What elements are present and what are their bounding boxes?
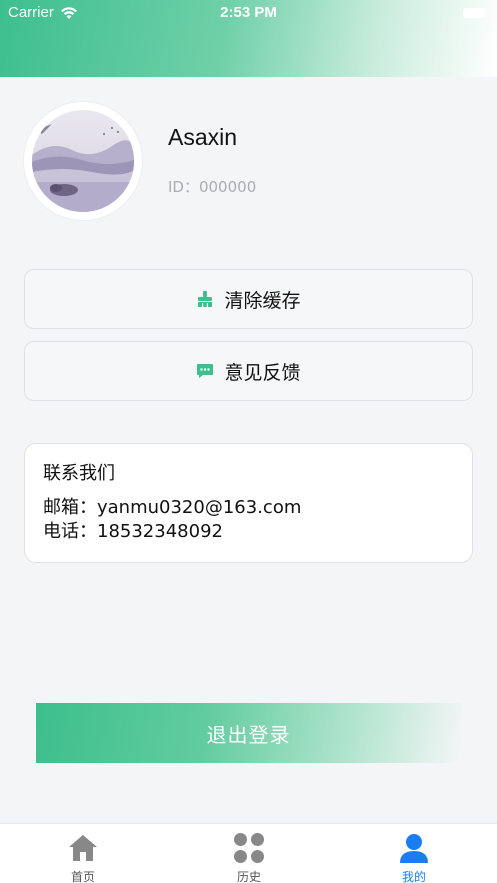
message-icon xyxy=(196,362,214,380)
username: Asaxin xyxy=(168,124,238,150)
contact-phone: 电话：18532348092 xyxy=(43,521,223,542)
feedback-label: 意见反馈 xyxy=(224,361,301,384)
broom-icon xyxy=(196,290,214,308)
tab-home-label: 首页 xyxy=(70,870,95,883)
user-icon xyxy=(400,834,428,863)
tab-mine-label: 我的 xyxy=(401,870,426,883)
tab-bar: 首页 历史 我的 xyxy=(0,823,497,883)
clear-cache-label: 清除缓存 xyxy=(224,289,301,312)
contact-card: 联系我们 邮箱：yanmu0320@163.com 电话：18532348092 xyxy=(24,443,473,563)
user-id: ID：000000 xyxy=(168,178,257,196)
battery-icon xyxy=(463,8,485,18)
tab-mine[interactable]: 我的 xyxy=(331,824,497,883)
logout-button[interactable]: 退出登录 xyxy=(36,703,461,763)
grid-icon xyxy=(234,833,264,863)
contact-title: 联系我们 xyxy=(43,463,115,484)
tab-history-label: 历史 xyxy=(236,870,261,883)
tab-history[interactable]: 历史 xyxy=(166,824,332,883)
tab-home[interactable]: 首页 xyxy=(0,824,166,883)
logout-label: 退出登录 xyxy=(206,722,291,747)
feedback-button[interactable]: 意见反馈 xyxy=(24,341,473,401)
clear-cache-button[interactable]: 清除缓存 xyxy=(24,269,473,329)
avatar[interactable] xyxy=(24,102,142,220)
contact-email: 邮箱：yanmu0320@163.com xyxy=(43,497,302,518)
avatar-landscape-image xyxy=(32,110,134,212)
status-time: 2:53 PM xyxy=(220,4,277,21)
status-bar: Carrier 2:53 PM xyxy=(0,0,497,26)
home-icon xyxy=(69,835,97,861)
